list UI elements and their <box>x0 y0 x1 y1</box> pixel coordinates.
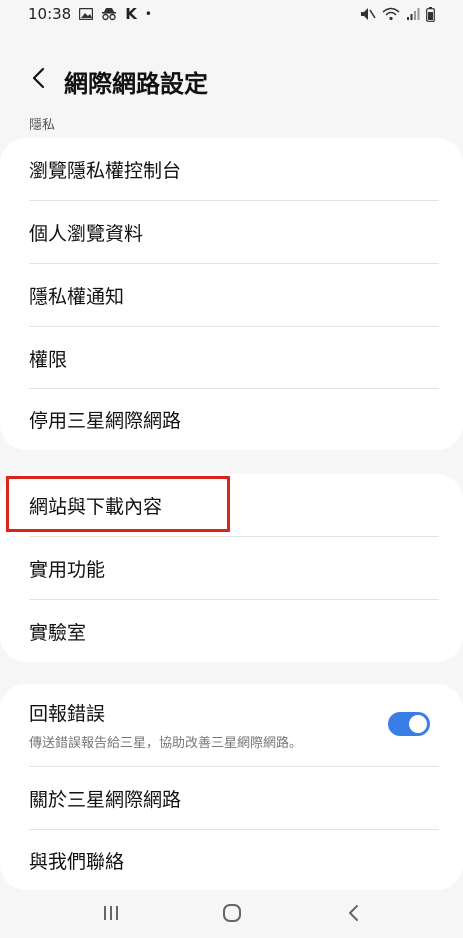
row-label: 權限 <box>29 348 68 371</box>
useful-features-item[interactable]: 實用功能 <box>0 537 463 599</box>
status-dot: • <box>144 7 152 21</box>
report-errors-toggle[interactable] <box>388 712 430 736</box>
home-button[interactable] <box>212 895 252 935</box>
row-label: 隱私權通知 <box>29 285 125 308</box>
row-label: 個人瀏覽資料 <box>29 223 144 245</box>
toggle-knob <box>409 715 427 733</box>
header: 網際網路設定 <box>0 60 463 100</box>
status-bar: 10:38 K • <box>0 0 463 28</box>
sites-and-downloads-item[interactable]: 網站與下載內容 <box>0 474 463 536</box>
row-label: 關於三星網際網路 <box>29 788 182 811</box>
mute-icon <box>360 7 376 21</box>
row-label: 瀏覽隱私權控制台 <box>29 160 182 182</box>
contact-us-item[interactable]: 與我們聯絡 <box>0 830 463 890</box>
status-carrier-letter: K <box>125 5 137 23</box>
status-left: 10:38 K • <box>28 5 152 23</box>
privacy-card: 瀏覽隱私權控制台 個人瀏覽資料 隱私權通知 權限 停用三星網際網路 <box>0 138 463 450</box>
signal-icon <box>406 7 420 21</box>
wifi-icon <box>382 7 400 21</box>
privacy-notice-item[interactable]: 隱私權通知 <box>0 264 463 326</box>
gallery-icon <box>79 8 94 20</box>
back-button[interactable] <box>22 64 54 96</box>
report-errors-item[interactable]: 回報錯誤 傳送錯誤報告給三星，協助改善三星網際網路。 <box>0 684 463 766</box>
incognito-icon <box>101 7 117 21</box>
disable-samsung-internet-item[interactable]: 停用三星網際網路 <box>0 389 463 450</box>
row-label: 實用功能 <box>29 558 106 581</box>
privacy-dashboard-item[interactable]: 瀏覽隱私權控制台 <box>0 138 463 201</box>
recents-icon <box>102 905 120 925</box>
status-time: 10:38 <box>28 5 72 23</box>
about-card: 回報錯誤 傳送錯誤報告給三星，協助改善三星網際網路。 關於三星網際網路 與我們聯… <box>0 684 463 890</box>
general-card: 網站與下載內容 實用功能 實驗室 <box>0 474 463 662</box>
row-label: 與我們聯絡 <box>29 850 125 873</box>
personal-browsing-data-item[interactable]: 個人瀏覽資料 <box>0 201 463 264</box>
row-label: 回報錯誤 <box>29 703 106 725</box>
screen: 10:38 K • 網際網路設定 隱私 瀏覽隱私權控制台 個人瀏覽資料 隱私權通… <box>0 0 463 938</box>
nav-back-button[interactable] <box>333 895 373 935</box>
battery-icon <box>426 6 435 22</box>
labs-item[interactable]: 實驗室 <box>0 600 463 662</box>
status-right <box>360 6 435 22</box>
chevron-left-icon <box>31 67 45 93</box>
row-label: 網站與下載內容 <box>29 495 163 518</box>
row-label: 停用三星網際網路 <box>29 410 182 432</box>
back-icon <box>347 904 359 926</box>
row-description: 傳送錯誤報告給三星，協助改善三星網際網路。 <box>29 736 303 751</box>
navigation-bar <box>0 892 463 938</box>
row-label: 實驗室 <box>29 621 87 644</box>
report-errors-text: 回報錯誤 傳送錯誤報告給三星，協助改善三星網際網路。 <box>29 699 302 751</box>
about-samsung-internet-item[interactable]: 關於三星網際網路 <box>0 767 463 829</box>
section-label-privacy: 隱私 <box>29 118 56 133</box>
recents-button[interactable] <box>91 895 131 935</box>
page-title: 網際網路設定 <box>64 70 208 98</box>
permissions-item[interactable]: 權限 <box>0 327 463 389</box>
home-icon <box>222 903 242 927</box>
